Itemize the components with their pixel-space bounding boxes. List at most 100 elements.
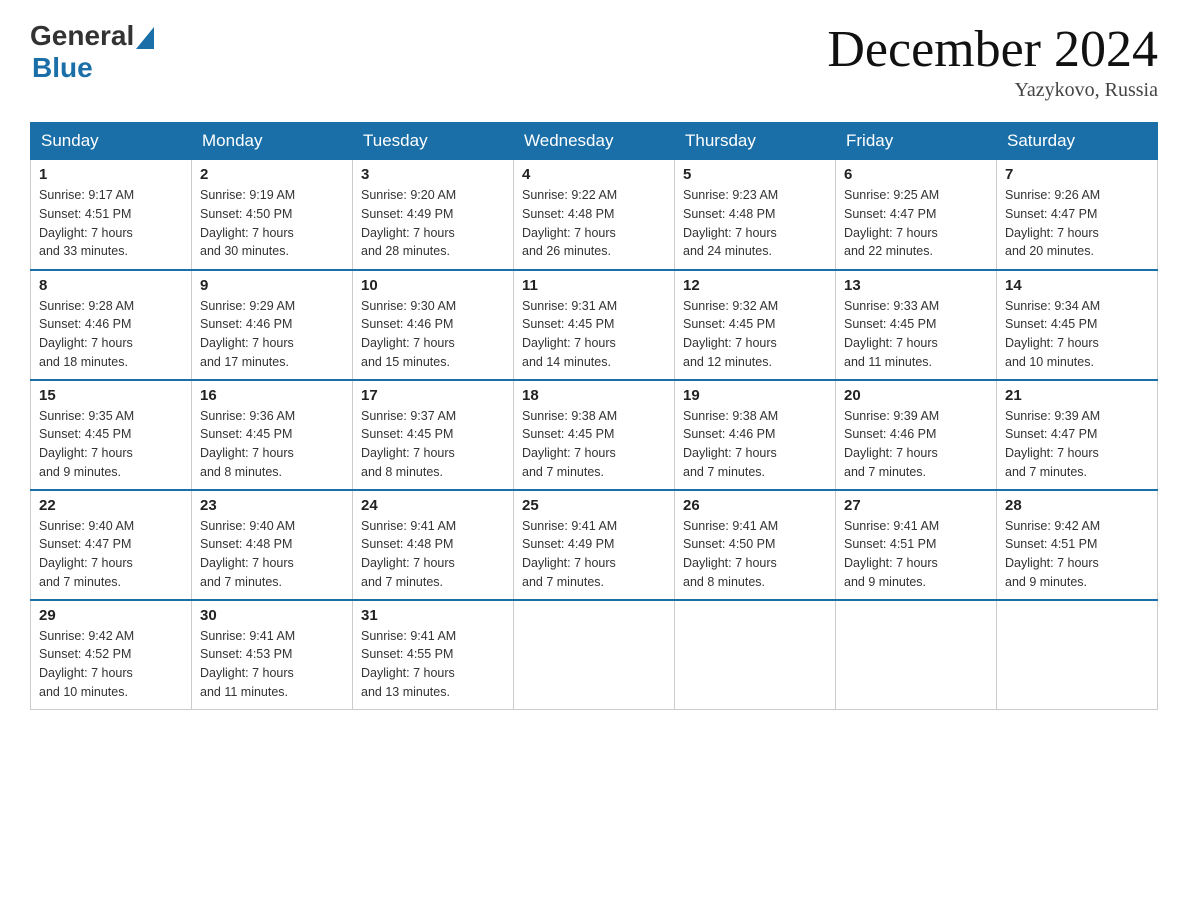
day-info: Sunrise: 9:33 AM Sunset: 4:45 PM Dayligh…	[844, 297, 988, 372]
column-header-sunday: Sunday	[31, 123, 192, 160]
day-info: Sunrise: 9:17 AM Sunset: 4:51 PM Dayligh…	[39, 186, 183, 261]
calendar-table: SundayMondayTuesdayWednesdayThursdayFrid…	[30, 122, 1158, 710]
calendar-cell: 2 Sunrise: 9:19 AM Sunset: 4:50 PM Dayli…	[192, 160, 353, 270]
location-text: Yazykovo, Russia	[827, 79, 1158, 102]
day-info: Sunrise: 9:40 AM Sunset: 4:47 PM Dayligh…	[39, 517, 183, 592]
logo: General Blue	[30, 20, 154, 84]
calendar-cell: 29 Sunrise: 9:42 AM Sunset: 4:52 PM Dayl…	[31, 600, 192, 710]
day-info: Sunrise: 9:22 AM Sunset: 4:48 PM Dayligh…	[522, 186, 666, 261]
logo-general-text: General	[30, 20, 134, 52]
column-header-friday: Friday	[836, 123, 997, 160]
calendar-cell: 7 Sunrise: 9:26 AM Sunset: 4:47 PM Dayli…	[997, 160, 1158, 270]
day-number: 18	[522, 387, 666, 404]
day-number: 11	[522, 277, 666, 294]
day-info: Sunrise: 9:40 AM Sunset: 4:48 PM Dayligh…	[200, 517, 344, 592]
day-info: Sunrise: 9:42 AM Sunset: 4:51 PM Dayligh…	[1005, 517, 1149, 592]
calendar-cell: 6 Sunrise: 9:25 AM Sunset: 4:47 PM Dayli…	[836, 160, 997, 270]
column-header-thursday: Thursday	[675, 123, 836, 160]
day-number: 29	[39, 607, 183, 624]
calendar-cell: 17 Sunrise: 9:37 AM Sunset: 4:45 PM Dayl…	[353, 380, 514, 490]
day-number: 8	[39, 277, 183, 294]
month-title: December 2024	[827, 20, 1158, 79]
calendar-cell	[514, 600, 675, 710]
day-number: 26	[683, 497, 827, 514]
logo-blue-text: Blue	[32, 52, 93, 84]
calendar-cell: 18 Sunrise: 9:38 AM Sunset: 4:45 PM Dayl…	[514, 380, 675, 490]
title-section: December 2024 Yazykovo, Russia	[827, 20, 1158, 102]
day-info: Sunrise: 9:28 AM Sunset: 4:46 PM Dayligh…	[39, 297, 183, 372]
day-number: 17	[361, 387, 505, 404]
page-header: General Blue December 2024 Yazykovo, Rus…	[30, 20, 1158, 102]
day-info: Sunrise: 9:36 AM Sunset: 4:45 PM Dayligh…	[200, 407, 344, 482]
day-number: 20	[844, 387, 988, 404]
column-header-saturday: Saturday	[997, 123, 1158, 160]
calendar-week-row: 8 Sunrise: 9:28 AM Sunset: 4:46 PM Dayli…	[31, 270, 1158, 380]
day-number: 22	[39, 497, 183, 514]
day-number: 1	[39, 166, 183, 183]
column-header-tuesday: Tuesday	[353, 123, 514, 160]
day-info: Sunrise: 9:37 AM Sunset: 4:45 PM Dayligh…	[361, 407, 505, 482]
calendar-cell: 14 Sunrise: 9:34 AM Sunset: 4:45 PM Dayl…	[997, 270, 1158, 380]
day-number: 25	[522, 497, 666, 514]
day-info: Sunrise: 9:23 AM Sunset: 4:48 PM Dayligh…	[683, 186, 827, 261]
day-number: 31	[361, 607, 505, 624]
day-info: Sunrise: 9:30 AM Sunset: 4:46 PM Dayligh…	[361, 297, 505, 372]
calendar-cell: 23 Sunrise: 9:40 AM Sunset: 4:48 PM Dayl…	[192, 490, 353, 600]
day-number: 16	[200, 387, 344, 404]
calendar-cell: 30 Sunrise: 9:41 AM Sunset: 4:53 PM Dayl…	[192, 600, 353, 710]
calendar-cell: 24 Sunrise: 9:41 AM Sunset: 4:48 PM Dayl…	[353, 490, 514, 600]
day-info: Sunrise: 9:25 AM Sunset: 4:47 PM Dayligh…	[844, 186, 988, 261]
calendar-cell: 15 Sunrise: 9:35 AM Sunset: 4:45 PM Dayl…	[31, 380, 192, 490]
column-header-monday: Monday	[192, 123, 353, 160]
day-info: Sunrise: 9:20 AM Sunset: 4:49 PM Dayligh…	[361, 186, 505, 261]
day-info: Sunrise: 9:31 AM Sunset: 4:45 PM Dayligh…	[522, 297, 666, 372]
day-number: 30	[200, 607, 344, 624]
calendar-header-row: SundayMondayTuesdayWednesdayThursdayFrid…	[31, 123, 1158, 160]
calendar-cell	[997, 600, 1158, 710]
day-info: Sunrise: 9:29 AM Sunset: 4:46 PM Dayligh…	[200, 297, 344, 372]
calendar-cell: 28 Sunrise: 9:42 AM Sunset: 4:51 PM Dayl…	[997, 490, 1158, 600]
day-info: Sunrise: 9:19 AM Sunset: 4:50 PM Dayligh…	[200, 186, 344, 261]
calendar-cell: 3 Sunrise: 9:20 AM Sunset: 4:49 PM Dayli…	[353, 160, 514, 270]
calendar-cell	[675, 600, 836, 710]
day-number: 4	[522, 166, 666, 183]
day-number: 5	[683, 166, 827, 183]
calendar-cell: 4 Sunrise: 9:22 AM Sunset: 4:48 PM Dayli…	[514, 160, 675, 270]
calendar-week-row: 29 Sunrise: 9:42 AM Sunset: 4:52 PM Dayl…	[31, 600, 1158, 710]
day-info: Sunrise: 9:41 AM Sunset: 4:49 PM Dayligh…	[522, 517, 666, 592]
calendar-week-row: 1 Sunrise: 9:17 AM Sunset: 4:51 PM Dayli…	[31, 160, 1158, 270]
calendar-cell: 31 Sunrise: 9:41 AM Sunset: 4:55 PM Dayl…	[353, 600, 514, 710]
logo-triangle-icon	[136, 27, 154, 49]
calendar-cell: 8 Sunrise: 9:28 AM Sunset: 4:46 PM Dayli…	[31, 270, 192, 380]
calendar-cell: 27 Sunrise: 9:41 AM Sunset: 4:51 PM Dayl…	[836, 490, 997, 600]
calendar-cell: 9 Sunrise: 9:29 AM Sunset: 4:46 PM Dayli…	[192, 270, 353, 380]
day-info: Sunrise: 9:38 AM Sunset: 4:45 PM Dayligh…	[522, 407, 666, 482]
column-header-wednesday: Wednesday	[514, 123, 675, 160]
day-number: 3	[361, 166, 505, 183]
day-number: 2	[200, 166, 344, 183]
day-info: Sunrise: 9:39 AM Sunset: 4:46 PM Dayligh…	[844, 407, 988, 482]
day-info: Sunrise: 9:34 AM Sunset: 4:45 PM Dayligh…	[1005, 297, 1149, 372]
calendar-week-row: 15 Sunrise: 9:35 AM Sunset: 4:45 PM Dayl…	[31, 380, 1158, 490]
day-number: 15	[39, 387, 183, 404]
calendar-cell: 10 Sunrise: 9:30 AM Sunset: 4:46 PM Dayl…	[353, 270, 514, 380]
day-info: Sunrise: 9:35 AM Sunset: 4:45 PM Dayligh…	[39, 407, 183, 482]
day-number: 6	[844, 166, 988, 183]
day-number: 24	[361, 497, 505, 514]
calendar-week-row: 22 Sunrise: 9:40 AM Sunset: 4:47 PM Dayl…	[31, 490, 1158, 600]
day-number: 7	[1005, 166, 1149, 183]
calendar-cell	[836, 600, 997, 710]
day-number: 28	[1005, 497, 1149, 514]
calendar-cell: 5 Sunrise: 9:23 AM Sunset: 4:48 PM Dayli…	[675, 160, 836, 270]
day-info: Sunrise: 9:38 AM Sunset: 4:46 PM Dayligh…	[683, 407, 827, 482]
calendar-cell: 11 Sunrise: 9:31 AM Sunset: 4:45 PM Dayl…	[514, 270, 675, 380]
calendar-cell: 16 Sunrise: 9:36 AM Sunset: 4:45 PM Dayl…	[192, 380, 353, 490]
day-info: Sunrise: 9:26 AM Sunset: 4:47 PM Dayligh…	[1005, 186, 1149, 261]
day-number: 27	[844, 497, 988, 514]
day-info: Sunrise: 9:41 AM Sunset: 4:55 PM Dayligh…	[361, 627, 505, 702]
calendar-cell: 21 Sunrise: 9:39 AM Sunset: 4:47 PM Dayl…	[997, 380, 1158, 490]
day-number: 19	[683, 387, 827, 404]
calendar-cell: 20 Sunrise: 9:39 AM Sunset: 4:46 PM Dayl…	[836, 380, 997, 490]
day-number: 13	[844, 277, 988, 294]
day-info: Sunrise: 9:41 AM Sunset: 4:50 PM Dayligh…	[683, 517, 827, 592]
